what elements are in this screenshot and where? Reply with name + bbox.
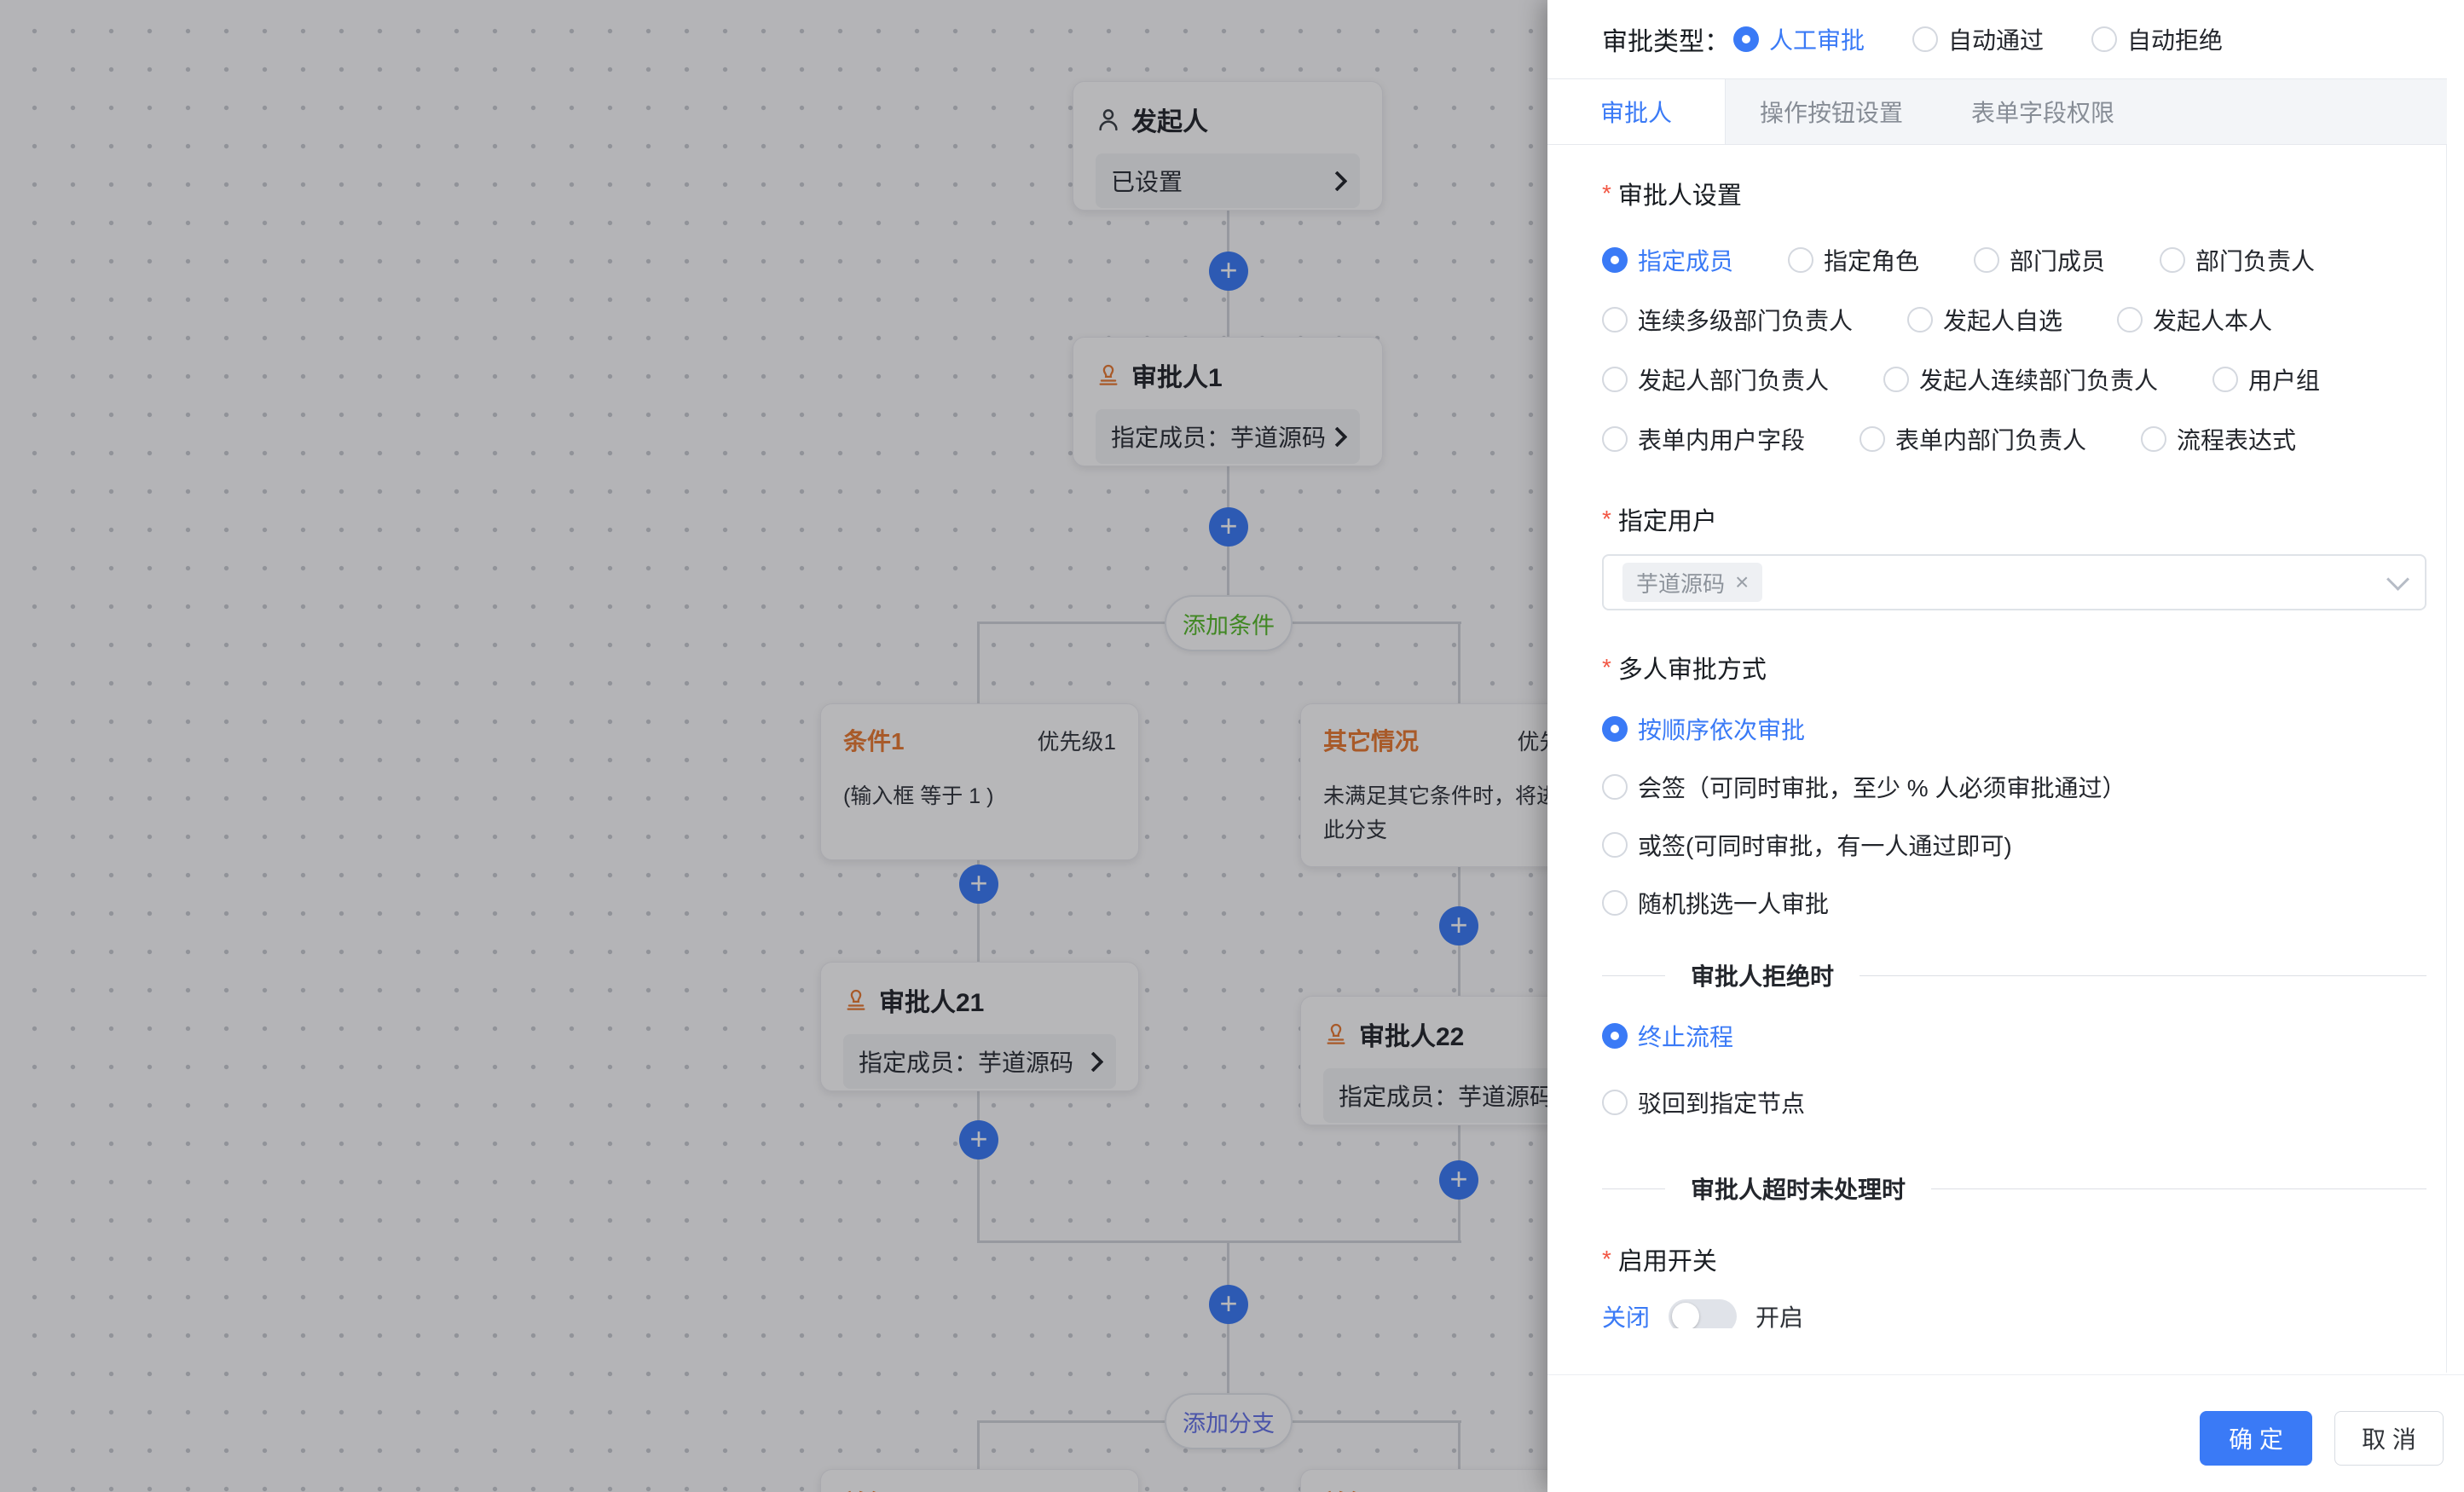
drawer-footer: 确 定 取 消 (1547, 1374, 2464, 1492)
reject-section-divider: 审批人拒绝时 (1602, 958, 2426, 992)
enable-switch-toggle[interactable] (1669, 1299, 1737, 1328)
radio-icon (1788, 247, 1813, 273)
radio-icon (1602, 247, 1628, 273)
approver-setting-radio-6[interactable]: 发起人本人 (2117, 305, 2272, 334)
approval-type-radio-manual[interactable]: 人工审批 (1733, 22, 1865, 56)
approver-setting-radio-9[interactable]: 用户组 (2212, 365, 2320, 394)
radio-icon (1602, 774, 1628, 800)
required-mark: * (1602, 180, 1611, 207)
approver-setting-radio-11[interactable]: 表单内部门负责人 (1860, 425, 2086, 454)
radio-icon (1912, 26, 1938, 52)
radio-icon (1602, 1023, 1628, 1049)
assign-user-select[interactable]: 芋道源码 × (1602, 554, 2426, 610)
radio-icon (1860, 426, 1885, 452)
drawer-tabs: 审批人 操作按钮设置 表单字段权限 (1547, 78, 2447, 145)
required-mark: * (1602, 1246, 1611, 1273)
switch-off-label: 关闭 (1602, 1299, 1650, 1328)
radio-icon (2160, 247, 2185, 273)
approver-setting-label: * 审批人设置 (1602, 176, 2426, 211)
multi-approve-radio-or-sign[interactable]: 或签(可同时审批，有一人通过即可) (1602, 830, 2426, 859)
radio-icon (1602, 426, 1628, 452)
drawer-scroll-body[interactable]: * 审批人设置 指定成员 指定角色 部门成员 部门负责人 连续多级部门负责人 发… (1547, 145, 2464, 1328)
radio-icon (2091, 26, 2117, 52)
user-tag: 芋道源码 × (1622, 563, 1762, 602)
radio-icon (1974, 247, 1999, 273)
tab-form-field-permissions[interactable]: 表单字段权限 (1937, 79, 2149, 144)
timeout-switch-row: 关闭 开启 (1602, 1298, 2426, 1328)
timeout-section-divider: 审批人超时未处理时 (1602, 1171, 2426, 1206)
radio-icon (1602, 716, 1628, 742)
approver-setting-radio-5[interactable]: 发起人自选 (1907, 305, 2062, 334)
timeout-section-title: 审批人超时未处理时 (1665, 1171, 1931, 1206)
multi-approve-radio-countersign[interactable]: 会签（可同时审批，至少 % 人必须审批通过） (1602, 772, 2426, 801)
radio-icon (1602, 1090, 1628, 1115)
radio-icon (2141, 426, 2166, 452)
radio-icon (2212, 367, 2238, 392)
radio-icon (1602, 367, 1628, 392)
approval-type-label: 审批类型： (1602, 20, 1730, 58)
radio-icon (2117, 307, 2143, 333)
approval-type-row: 审批类型： 人工审批 自动通过 自动拒绝 (1547, 0, 2464, 78)
multi-approve-radio-random[interactable]: 随机挑选一人审批 (1602, 888, 2426, 917)
approval-type-radio-auto-reject[interactable]: 自动拒绝 (2091, 22, 2223, 56)
multi-approve-radio-group: 按顺序依次审批 会签（可同时审批，至少 % 人必须审批通过） 或签(可同时审批，… (1602, 714, 2426, 917)
reject-radio-return-node[interactable]: 驳回到指定节点 (1602, 1088, 2426, 1117)
approver-setting-radio-7[interactable]: 发起人部门负责人 (1602, 365, 1829, 394)
chevron-down-icon (2386, 568, 2409, 591)
approver-setting-radio-12[interactable]: 流程表达式 (2141, 425, 2296, 454)
radio-icon (1602, 832, 1628, 858)
required-mark: * (1602, 654, 1611, 681)
reject-radio-terminate[interactable]: 终止流程 (1602, 1021, 2426, 1050)
approver-setting-radio-0[interactable]: 指定成员 (1602, 246, 1733, 275)
switch-on-label: 开启 (1755, 1299, 1803, 1328)
tab-approver[interactable]: 审批人 (1547, 79, 1726, 144)
enable-switch-label: * 启用开关 (1602, 1241, 2426, 1277)
radio-icon (1883, 367, 1909, 392)
multi-approve-radio-sequential[interactable]: 按顺序依次审批 (1602, 714, 2426, 743)
radio-icon (1733, 26, 1759, 52)
radio-icon (1907, 307, 1933, 333)
tab-action-button-settings[interactable]: 操作按钮设置 (1726, 79, 1937, 144)
approver-setting-radio-2[interactable]: 部门成员 (1974, 246, 2105, 275)
reject-radio-group: 终止流程 驳回到指定节点 (1602, 1021, 2426, 1117)
approver-setting-radio-4[interactable]: 连续多级部门负责人 (1602, 305, 1853, 334)
assign-user-label: * 指定用户 (1602, 501, 2426, 537)
required-mark: * (1602, 506, 1611, 533)
approver-setting-radio-3[interactable]: 部门负责人 (2160, 246, 2315, 275)
multi-approve-label: * 多人审批方式 (1602, 650, 2426, 685)
approver-setting-radio-group: 指定成员 指定角色 部门成员 部门负责人 连续多级部门负责人 发起人自选 发起人… (1602, 246, 2426, 454)
approver-setting-radio-8[interactable]: 发起人连续部门负责人 (1883, 365, 2158, 394)
approval-type-radio-auto-pass[interactable]: 自动通过 (1912, 22, 2044, 56)
reject-section-title: 审批人拒绝时 (1665, 958, 1860, 992)
radio-icon (1602, 890, 1628, 916)
approval-config-drawer: 审批类型： 人工审批 自动通过 自动拒绝 审批人 操作按钮设置 表单字段权限 *… (1547, 0, 2464, 1492)
approver-setting-radio-10[interactable]: 表单内用户字段 (1602, 425, 1805, 454)
confirm-button[interactable]: 确 定 (2200, 1411, 2312, 1466)
scrollbar-track[interactable] (2446, 145, 2447, 1373)
cancel-button[interactable]: 取 消 (2334, 1411, 2444, 1466)
tag-close-icon[interactable]: × (1735, 570, 1749, 594)
radio-icon (1602, 307, 1628, 333)
approver-setting-radio-1[interactable]: 指定角色 (1788, 246, 1919, 275)
workflow-designer-page: 发起人 已设置 审批人1 指定成员：芋道源码 添加条件 (0, 0, 2464, 1492)
